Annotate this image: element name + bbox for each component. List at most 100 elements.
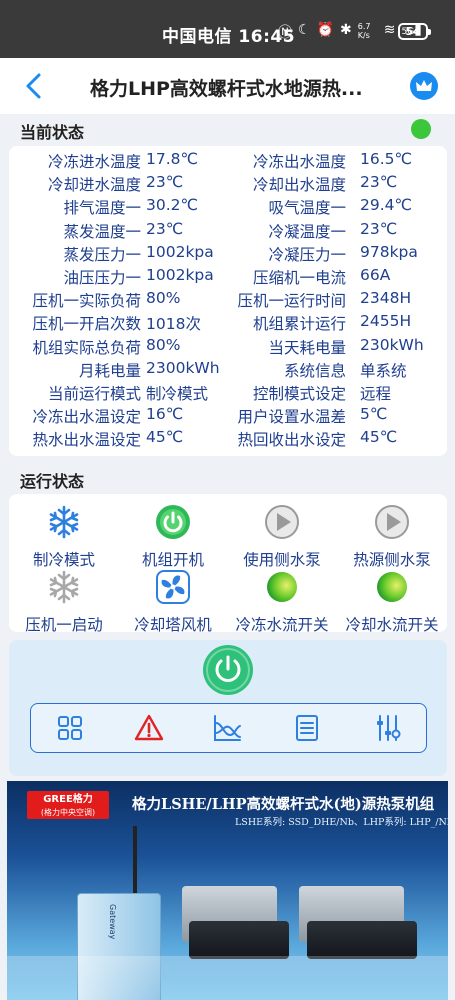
nfc-icon: Ⓝ: [278, 25, 292, 41]
param-row: 月耗电量 2300kWh 系统信息 单系统: [9, 359, 447, 382]
param-value: 17.8℃: [146, 150, 198, 168]
param-row: 压机一实际负荷 80% 压机一运行时间 2348H: [9, 289, 447, 312]
parameter-card: 冷冻进水温度 17.8℃ 冷冻出水温度 16.5℃ 冷却进水温度 23℃ 冷却出水温度 23℃…: [9, 146, 447, 456]
param-row: 排气温度一 30.2℃ 吸气温度一 29.4℃: [9, 196, 447, 219]
crown-icon[interactable]: [410, 72, 438, 100]
param-value: 16℃: [146, 405, 184, 424]
param-row: 蒸发压力一 1002kpa 冷凝压力一 978kpa: [9, 243, 447, 266]
param-label: 热回收出水设定: [237, 431, 346, 450]
antenna-image: [133, 826, 137, 896]
heat-pump-unit-base: [307, 921, 417, 959]
param-label: 冷冻出水温设定: [32, 408, 141, 427]
param-value: 45℃: [146, 428, 184, 447]
param-value: 23℃: [360, 219, 398, 238]
grid-icon[interactable]: [55, 713, 85, 743]
param-label: 冷冻出水温度: [252, 153, 346, 171]
param-label: 冷冻进水温度: [47, 153, 141, 171]
run-item-label: 冷冻水流开关: [235, 616, 329, 634]
param-label: 热水出水温设定: [32, 431, 141, 450]
dnd-icon: ☾: [298, 22, 311, 38]
run-item-cooling-flow-switch[interactable]: 冷却水流开关: [337, 569, 447, 635]
banner-subtitle: LSHE系列: SSD_DHE/Nb、LHP系列: LHP_/Nb: [235, 817, 448, 828]
run-item-heat-side-pump[interactable]: 热源侧水泵: [337, 504, 447, 570]
snowflake-gray-icon: [49, 570, 79, 604]
param-label: 压缩机一电流: [252, 269, 346, 287]
current-status-label: 当前状态: [20, 123, 85, 142]
banner-title: 格力LSHE/LHP高效螺杆式水(地)源热泵机组: [132, 796, 435, 813]
param-label: 蒸发压力一: [63, 245, 141, 264]
banner-reflection: [7, 956, 448, 1000]
run-item-cooling-tower-fan[interactable]: 冷却塔风机: [118, 569, 228, 635]
power-icon: [206, 648, 250, 692]
run-item-label: 热源侧水泵: [353, 551, 431, 569]
sliders-icon[interactable]: [373, 713, 403, 743]
run-status-label: 运行状态: [20, 472, 85, 491]
product-banner: GREE格力 (格力中央空调) 格力LSHE/LHP高效螺杆式水(地)源热泵机组 …: [7, 781, 448, 1000]
alarm-icon: ⏰: [316, 22, 334, 38]
param-label: 机组累计运行: [252, 315, 346, 334]
param-label: 吸气温度一: [268, 199, 346, 218]
run-item-label: 压机一启动: [25, 616, 103, 634]
param-value: 23℃: [360, 173, 398, 192]
param-row: 油压压力一 1002kpa 压缩机一电流 66A: [9, 266, 447, 289]
param-value: 230kWh: [360, 335, 424, 354]
fan-icon: [156, 570, 190, 604]
net-speed-icon: 6.7 K/s: [357, 22, 371, 40]
chevron-left-icon[interactable]: [22, 72, 46, 100]
param-value: 2300kWh: [146, 358, 220, 377]
run-item-label: 冷却水流开关: [345, 616, 439, 634]
param-value: 1002kpa: [146, 266, 214, 284]
param-label: 冷却进水温度: [47, 176, 141, 195]
run-item-label: 使用侧水泵: [243, 551, 321, 569]
run-item-compressor-start[interactable]: 压机一启动: [9, 569, 119, 635]
app-header: 格力LHP高效螺杆式水地源热...: [0, 58, 455, 114]
param-value: 1018次: [146, 315, 201, 334]
param-value: 45℃: [360, 428, 398, 447]
page-title: 格力LHP高效螺杆式水地源热...: [90, 78, 363, 100]
param-row: 蒸发温度一 23℃ 冷凝温度一 23℃: [9, 220, 447, 243]
run-item-chilled-flow-switch[interactable]: 冷冻水流开关: [227, 569, 337, 635]
run-item-cooling-mode[interactable]: 制冷模式: [9, 504, 119, 570]
param-row: 冷冻出水温设定 16℃ 用户设置水温差 5℃: [9, 405, 447, 428]
param-value: 2348H: [360, 289, 412, 308]
param-value: 远程: [360, 385, 392, 403]
param-value: 80%: [146, 335, 181, 354]
param-label: 控制模式设定: [252, 385, 346, 403]
param-row: 当前运行模式 制冷模式 控制模式设定 远程: [9, 382, 447, 405]
param-label: 冷却出水温度: [252, 176, 346, 195]
param-label: 机组实际总负荷: [32, 338, 141, 357]
param-label: 当天耗电量: [268, 338, 346, 357]
param-label: 月耗电量: [78, 361, 141, 380]
param-value: 29.4℃: [360, 196, 412, 215]
run-status-card: 制冷模式 机组开机 使用侧水泵 热源侧水泵 压机一启动 冷却塔风机 冷冻水流开关…: [9, 494, 447, 635]
curve-chart-icon[interactable]: [212, 713, 242, 743]
pump-play-icon: [265, 505, 299, 539]
green-ball-icon: [377, 572, 407, 602]
param-label: 冷凝温度一: [268, 222, 346, 241]
green-ball-icon: [267, 572, 297, 602]
param-value: 5℃: [360, 405, 388, 424]
run-item-label: 机组开机: [141, 551, 204, 569]
param-label: 压机一开启次数: [32, 315, 141, 334]
param-label: 压机一实际负荷: [32, 292, 141, 311]
power-button[interactable]: [203, 645, 253, 695]
param-label: 用户设置水温差: [237, 408, 346, 427]
gree-logo: GREE格力 (格力中央空调): [27, 791, 109, 819]
param-label: 冷凝压力一: [268, 245, 346, 264]
run-item-label: 冷却塔风机: [134, 616, 212, 634]
run-item-unit-on[interactable]: 机组开机: [118, 504, 228, 570]
alarm-warning-icon[interactable]: [134, 713, 164, 743]
wifi-icon: ≋: [383, 22, 396, 38]
run-item-use-side-pump[interactable]: 使用侧水泵: [227, 504, 337, 570]
status-indicator: [411, 119, 431, 139]
param-label: 油压压力一: [63, 269, 141, 287]
pump-play-icon: [375, 505, 409, 539]
param-label: 压机一运行时间: [237, 292, 346, 311]
param-label: 排气温度一: [63, 199, 141, 218]
bluetooth-icon: ✱: [340, 22, 352, 38]
param-value: 30.2℃: [146, 196, 198, 215]
param-row: 冷却进水温度 23℃ 冷却出水温度 23℃: [9, 173, 447, 196]
list-icon[interactable]: [292, 713, 322, 743]
gateway-label: Gateway: [108, 904, 117, 940]
param-row: 压机一开启次数 1018次 机组累计运行 2455H: [9, 312, 447, 335]
